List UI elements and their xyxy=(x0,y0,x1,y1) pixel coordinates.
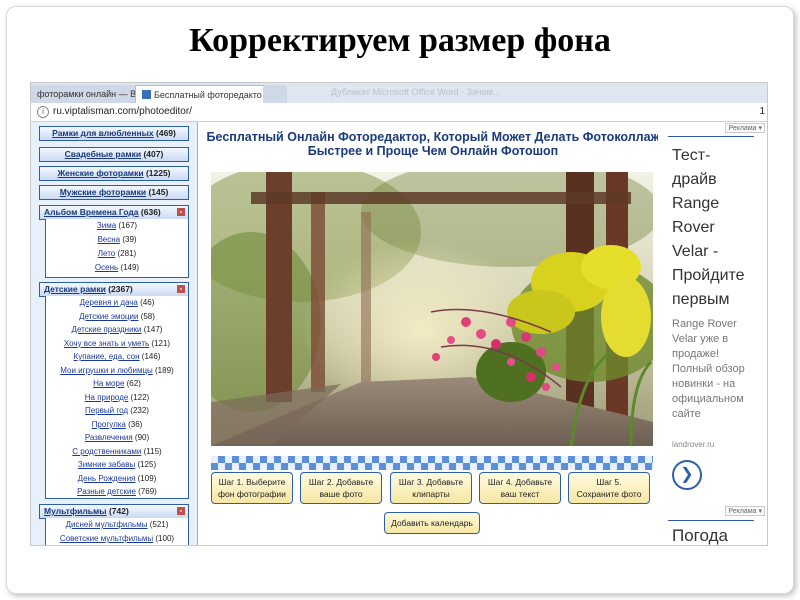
submenu-item[interactable]: На природе (122) xyxy=(46,393,188,402)
step-2-button[interactable]: Шаг 2. Добавьте ваше фото xyxy=(300,472,382,504)
sidebar-category-men[interactable]: Мужские фоторамки (145) xyxy=(39,185,189,200)
browser-window: фоторамки онлайн — В Бесплатный фотореда… xyxy=(30,82,768,546)
page-title-line1: Бесплатный Онлайн Фоторедактор, Который … xyxy=(206,130,659,144)
ad-headline[interactable]: Тест- драйв Range Rover Velar - Пройдите… xyxy=(672,144,767,312)
submenu-item[interactable]: Мои игрушки и любимцы (189) xyxy=(46,366,188,375)
address-bar[interactable]: i ru.viptalisman.com/photoeditor/ 1 xyxy=(31,103,767,122)
sidebar-category-cartoons[interactable]: Мультфильмы (742) - xyxy=(39,504,189,519)
step-1-button[interactable]: Шаг 1. Выберите фон фотографии xyxy=(211,472,293,504)
kids-submenu: Деревня и дача (46) Детские эмоции (58) … xyxy=(45,296,189,499)
submenu-item[interactable]: Лето (281) xyxy=(46,249,188,258)
background-photo[interactable] xyxy=(211,172,653,446)
step-4-button[interactable]: Шаг 4. Добавьте ваш текст xyxy=(479,472,561,504)
ad-weather-title[interactable]: Погода xyxy=(672,526,728,545)
address-right-text: 1 xyxy=(759,106,765,117)
sidebar-category-seasons[interactable]: Альбом Времена Года (636) - xyxy=(39,205,189,220)
seasons-submenu: Зима (167) Весна (39) Лето (281) Осень (… xyxy=(45,219,189,278)
cartoons-submenu: Дисней мультфильмы (521) Советские мульт… xyxy=(45,518,189,545)
step-3-button[interactable]: Шаг 3. Добавьте клипарты xyxy=(390,472,472,504)
tabbar-faded-text: Дубликат Microsoft Office Word - Зачем..… xyxy=(331,87,501,97)
sidebar-category-kids[interactable]: Детские рамки (2367) - xyxy=(39,282,189,297)
add-calendar-button[interactable]: Добавить календарь xyxy=(384,512,480,534)
submenu-item[interactable]: Зима (167) xyxy=(46,221,188,230)
info-icon[interactable]: i xyxy=(37,106,49,118)
sidebar-category-romance[interactable]: Рамки для влюбленных (469) xyxy=(39,126,189,141)
tab-photo-editor[interactable]: Бесплатный фоторедакто× xyxy=(135,85,268,104)
submenu-item[interactable]: Хочу все знать и уметь (121) xyxy=(46,339,188,348)
checker-divider xyxy=(211,456,653,470)
submenu-item[interactable]: Осень (149) xyxy=(46,263,188,272)
ad-description[interactable]: Range Rover Velar уже в продаже! Полный … xyxy=(672,317,764,422)
collapse-icon[interactable]: - xyxy=(177,507,185,515)
sidebar-category-women[interactable]: Женские фоторамки (1225) xyxy=(39,166,189,181)
tab-frames-online[interactable]: фоторамки онлайн — В xyxy=(31,85,137,103)
collapse-icon[interactable]: - xyxy=(177,285,185,293)
ad-sidebar: Реклама ▾ Тест- драйв Range Rover Velar … xyxy=(658,122,767,545)
sidebar: Рамки для влюбленных (469) Свадебные рам… xyxy=(31,122,197,545)
submenu-item[interactable]: Советские мультфильмы (100) xyxy=(46,534,188,543)
submenu-item[interactable]: С родственниками (115) xyxy=(46,447,188,456)
submenu-item[interactable]: Прогулка (36) xyxy=(46,420,188,429)
favicon-icon xyxy=(142,90,151,99)
submenu-item[interactable]: Детские эмоции (58) xyxy=(46,312,188,321)
address-url[interactable]: ru.viptalisman.com/photoeditor/ xyxy=(53,103,192,121)
sidebar-category-wedding[interactable]: Свадебные рамки (407) xyxy=(39,147,189,162)
page-title-line2: Быстрее и Проще Чем Онлайн Фотошоп xyxy=(307,144,559,158)
step-5-button[interactable]: Шаг 5. Сохраните фото xyxy=(568,472,650,504)
ad-label-2[interactable]: Реклама ▾ xyxy=(725,506,765,516)
submenu-item[interactable]: Дисней мультфильмы (521) xyxy=(46,520,188,529)
page-content: Рамки для влюбленных (469) Свадебные рам… xyxy=(31,122,767,545)
submenu-item[interactable]: Деревня и дача (46) xyxy=(46,298,188,307)
page-title: Бесплатный Онлайн Фоторедактор, Который … xyxy=(198,130,659,158)
submenu-item[interactable]: День Рождения (109) xyxy=(46,474,188,483)
submenu-item[interactable]: На море (62) xyxy=(46,379,188,388)
submenu-item[interactable]: Детские праздники (147) xyxy=(46,325,188,334)
submenu-item[interactable]: Купание, еда, сон (146) xyxy=(46,352,188,361)
tab-label: фоторамки онлайн — В xyxy=(37,89,137,99)
submenu-item[interactable]: Разные детские (769) xyxy=(46,487,188,496)
ad-divider-2 xyxy=(668,520,754,521)
chevron-right-icon[interactable]: ❯ xyxy=(672,460,702,490)
submenu-item[interactable]: Развлечения (90) xyxy=(46,433,188,442)
submenu-item[interactable]: Весна (39) xyxy=(46,235,188,244)
tab-bar: фоторамки онлайн — В Бесплатный фотореда… xyxy=(31,83,767,104)
tab-label: Бесплатный фоторедакто xyxy=(154,90,262,100)
slide-title: Корректируем размер фона xyxy=(189,22,611,59)
ad-divider xyxy=(668,136,754,137)
new-tab-button[interactable] xyxy=(263,85,287,103)
collapse-icon[interactable]: - xyxy=(177,208,185,216)
ad-domain[interactable]: landrover.ru xyxy=(672,440,714,449)
ad-label[interactable]: Реклама ▾ xyxy=(725,123,765,133)
main-content: Бесплатный Онлайн Фоторедактор, Который … xyxy=(197,122,659,545)
submenu-item[interactable]: Зимние забавы (125) xyxy=(46,460,188,469)
submenu-item[interactable]: Первый год (232) xyxy=(46,406,188,415)
